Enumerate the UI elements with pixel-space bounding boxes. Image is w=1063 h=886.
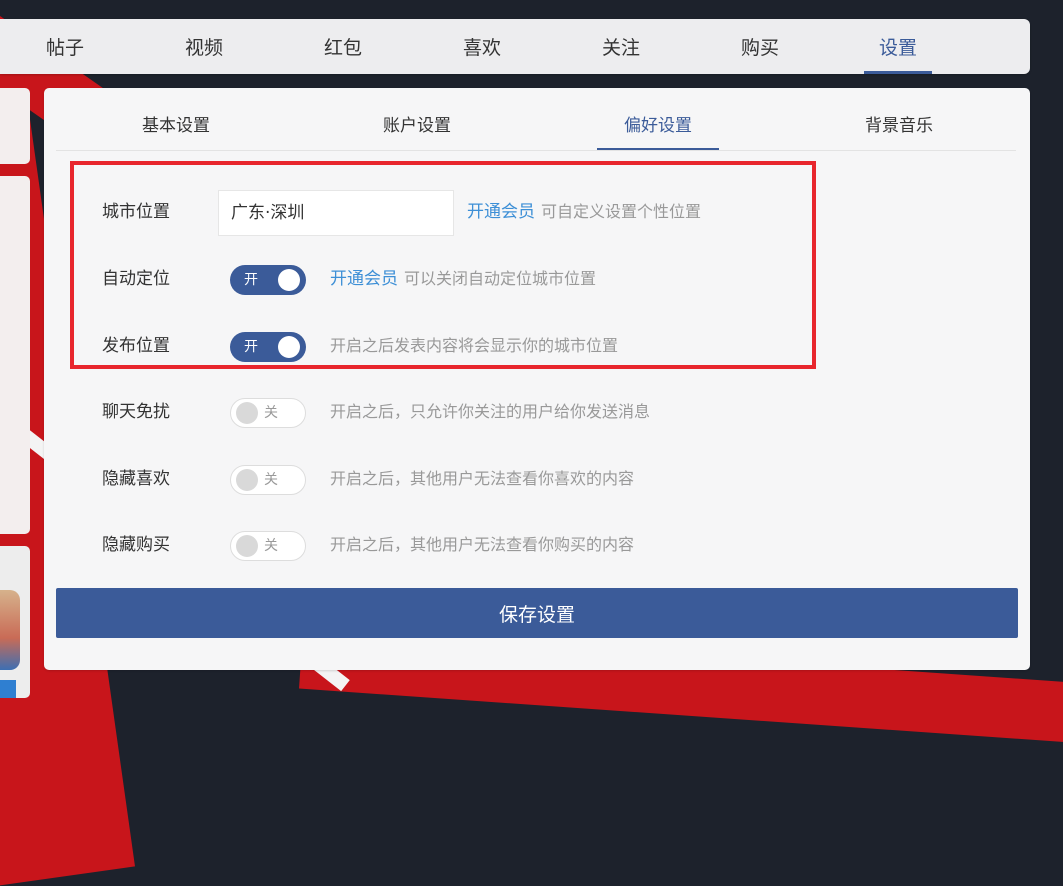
tab-videos[interactable]: 视频: [164, 19, 244, 74]
setting-row-hide-purchases: 隐藏购买 关 开启之后，其他用户无法查看你购买的内容: [102, 525, 1002, 565]
setting-description: 开启之后，其他用户无法查看你购买的内容: [330, 535, 635, 554]
toggle-knob: [236, 535, 258, 557]
toggle-knob: [278, 269, 300, 291]
tab-account-settings[interactable]: 账户设置: [356, 88, 478, 150]
setting-label: 城市位置: [102, 202, 170, 222]
toggle-knob: [236, 469, 258, 491]
setting-label: 隐藏喜欢: [102, 469, 170, 489]
toggle-state-label: 关: [264, 405, 278, 421]
side-card: [0, 176, 30, 534]
setting-row-chat-dnd: 聊天免扰 关 开启之后，只允许你关注的用户给你发送消息: [102, 392, 1002, 432]
toggle-state-label: 开: [244, 339, 258, 355]
setting-hint: 可自定义设置个性位置: [541, 202, 702, 221]
setting-description: 开通会员 可以关闭自动定位城市位置: [330, 259, 596, 299]
save-settings-button[interactable]: 保存设置: [56, 588, 1018, 638]
setting-row-hide-likes: 隐藏喜欢 关 开启之后，其他用户无法查看你喜欢的内容: [102, 459, 1002, 499]
hide-likes-toggle[interactable]: 关: [230, 465, 306, 495]
setting-label: 自动定位: [102, 269, 170, 289]
toggle-knob: [236, 402, 258, 424]
hide-purchases-toggle[interactable]: 关: [230, 531, 306, 561]
tab-background-music[interactable]: 背景音乐: [838, 88, 960, 150]
tab-posts[interactable]: 帖子: [25, 19, 105, 74]
publish-location-toggle[interactable]: 开: [230, 332, 306, 362]
setting-row-auto-locate: 自动定位 开 开通会员 可以关闭自动定位城市位置: [102, 259, 1002, 299]
tab-purchases[interactable]: 购买: [720, 19, 800, 74]
toggle-state-label: 开: [244, 272, 258, 288]
setting-row-publish-location: 发布位置 开 开启之后发表内容将会显示你的城市位置: [102, 326, 1002, 366]
setting-description: 开启之后，其他用户无法查看你喜欢的内容: [330, 469, 635, 488]
tab-following[interactable]: 关注: [581, 19, 661, 74]
vip-link[interactable]: 开通会员: [467, 202, 535, 222]
avatar: [0, 590, 20, 670]
city-input[interactable]: 广东·深圳: [218, 190, 454, 236]
auto-locate-toggle[interactable]: 开: [230, 265, 306, 295]
tab-likes[interactable]: 喜欢: [442, 19, 522, 74]
toggle-state-label: 关: [264, 538, 278, 554]
vip-link[interactable]: 开通会员: [330, 269, 398, 289]
tab-red-packets[interactable]: 红包: [303, 19, 383, 74]
setting-label: 聊天免扰: [102, 402, 170, 422]
setting-description: 开启之后，只允许你关注的用户给你发送消息: [330, 402, 651, 421]
tab-preference-settings[interactable]: 偏好设置: [597, 88, 719, 150]
chat-dnd-toggle[interactable]: 关: [230, 398, 306, 428]
settings-panel: 基本设置 账户设置 偏好设置 背景音乐 城市位置 广东·深圳 开通会员 可自定义设…: [44, 88, 1030, 670]
setting-label: 隐藏购买: [102, 535, 170, 555]
settings-sub-tabs: 基本设置 账户设置 偏好设置 背景音乐: [56, 88, 1016, 151]
top-tab-bar: 帖子 视频 红包 喜欢 关注 购买 设置: [0, 19, 1030, 74]
setting-label: 发布位置: [102, 336, 170, 356]
tab-settings[interactable]: 设置: [858, 19, 938, 74]
setting-row-city: 城市位置 广东·深圳 开通会员 可自定义设置个性位置: [102, 190, 1002, 236]
setting-description: 开启之后发表内容将会显示你的城市位置: [330, 336, 619, 355]
toggle-knob: [278, 336, 300, 358]
side-card: [0, 88, 30, 164]
setting-hint: 可以关闭自动定位城市位置: [404, 269, 597, 288]
tab-basic-settings[interactable]: 基本设置: [115, 88, 237, 150]
toggle-state-label: 关: [264, 472, 278, 488]
badge: [0, 680, 16, 698]
setting-description: 开通会员 可自定义设置个性位置: [467, 192, 701, 232]
